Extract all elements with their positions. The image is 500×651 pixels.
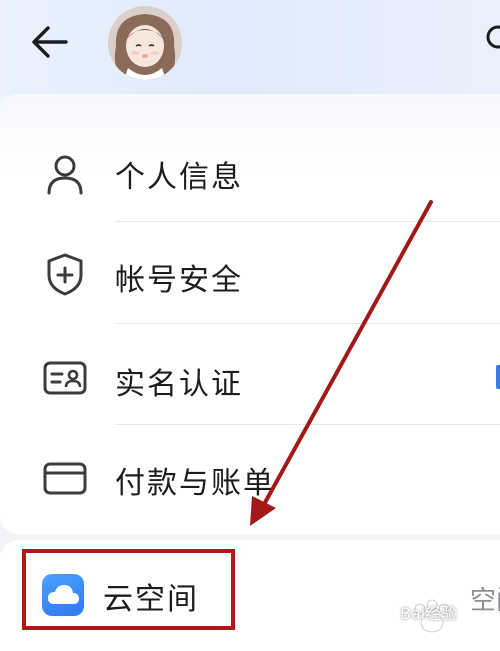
- back-button[interactable]: [28, 22, 78, 62]
- menu-item-personal-info[interactable]: 个人信息: [0, 124, 500, 224]
- card-icon: [43, 462, 87, 495]
- avatar-image: [108, 6, 182, 80]
- header: [0, 0, 500, 96]
- partial-icon: [486, 25, 500, 49]
- top-right-icon[interactable]: [482, 22, 500, 52]
- divider: [115, 221, 500, 222]
- menu-item-account-security[interactable]: 帐号安全: [0, 225, 500, 325]
- menu-item-real-name-verification[interactable]: 实名认证: [0, 327, 500, 427]
- menu-item-payment-billing[interactable]: 付款与账单: [0, 428, 500, 528]
- trailing-indicator: [496, 365, 500, 389]
- divider: [115, 424, 500, 425]
- watermark-text: Bai经验: [400, 604, 458, 623]
- annotation-highlight-box: [22, 549, 235, 630]
- person-icon: [47, 155, 83, 195]
- menu-item-label: 帐号安全: [115, 263, 243, 298]
- shield-plus-icon: [47, 253, 83, 296]
- divider: [115, 323, 500, 324]
- account-settings-screen: 个人信息 帐号安全 实名认证 付款与账单 云空间 空 Bai经验: [0, 0, 500, 651]
- menu-item-label: 实名认证: [115, 367, 243, 402]
- back-arrow-icon: [32, 26, 68, 58]
- menu-item-label: 个人信息: [115, 160, 243, 195]
- avatar[interactable]: [108, 6, 182, 80]
- menu-item-label: 付款与账单: [115, 466, 275, 501]
- id-card-icon: [43, 361, 87, 395]
